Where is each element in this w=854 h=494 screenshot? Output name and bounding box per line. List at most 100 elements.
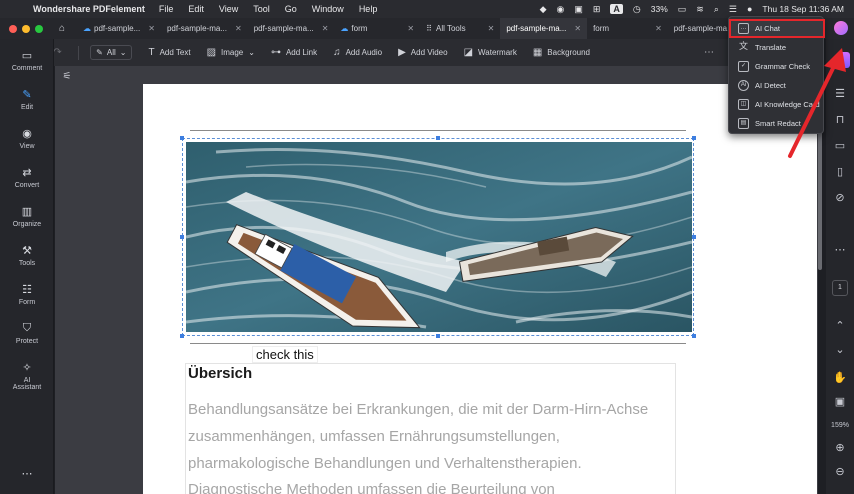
menu-tool[interactable]: Tool [253, 4, 270, 14]
resize-handle[interactable] [180, 235, 184, 239]
siri-icon[interactable]: ● [747, 4, 752, 14]
window-controls [9, 24, 43, 33]
resize-handle[interactable] [692, 136, 696, 140]
sidebar-item-organize[interactable]: ▥ Organize [0, 205, 54, 228]
menu-view[interactable]: View [219, 4, 238, 14]
comment-icon: ▭ [21, 50, 33, 62]
edit-mode-select[interactable]: ✎ All ⌄ [90, 45, 133, 60]
control-center-icon[interactable]: ☰ [729, 4, 737, 15]
image-selection-box[interactable] [182, 138, 694, 336]
image-button[interactable]: ▨ Image ⌄ [207, 47, 255, 58]
search-icon[interactable]: ⌕ [714, 4, 719, 15]
capture-icon[interactable]: ⊞ [593, 4, 601, 15]
fit-page-icon[interactable]: ▣ [826, 395, 854, 408]
add-link-button[interactable]: ⊶ Add Link [271, 47, 317, 58]
background-button[interactable]: ▦ Background [533, 47, 590, 58]
organize-icon: ▥ [21, 206, 33, 218]
sidebar-item-tools[interactable]: ⚒ Tools [0, 244, 54, 267]
hand-tool-icon[interactable]: ✋ [826, 371, 854, 384]
zoom-window-button[interactable] [35, 24, 43, 33]
document-heading[interactable]: Übersich [188, 365, 252, 382]
zoom-out-icon[interactable]: ⊖ [826, 465, 854, 478]
filter-settings-icon[interactable]: ⚟ [58, 71, 76, 89]
sidebar-item-label: Organize [12, 221, 42, 228]
document-paragraph[interactable]: Behandlungsansätze bei Erkrankungen, die… [188, 397, 683, 494]
sidebar-item-label: AI Assistant [12, 377, 42, 391]
menu-edit[interactable]: Edit [188, 4, 204, 14]
sidebar-item-comment[interactable]: ▭ Comment [0, 49, 54, 72]
zoom-level[interactable]: 159% [826, 422, 854, 429]
sidebar-more-button[interactable]: ⋯ [0, 467, 54, 483]
close-tab-icon[interactable]: ✕ [322, 24, 329, 33]
sidebar-item-ai-assistant[interactable]: ✧ AI Assistant [0, 361, 54, 391]
tab-bar: ⌂ ☁ pdf-sample... ✕ pdf-sample-ma... ✕ p… [0, 18, 854, 39]
chevron-up-icon[interactable]: ⌃ [826, 319, 854, 332]
zoom-in-icon[interactable]: ⊕ [826, 441, 854, 454]
ai-knowledge-card-icon: ◫ [738, 99, 749, 110]
pdfelement-menu-icon[interactable]: ◆ [540, 4, 547, 15]
tab-document[interactable]: form ✕ [587, 18, 668, 39]
sidebar-item-view[interactable]: ◉ View [0, 127, 54, 150]
close-tab-icon[interactable]: ✕ [655, 24, 662, 33]
translate-icon: 文 [738, 41, 748, 51]
left-sidebar: ▭ Comment ✎ Edit ◉ View ⇄ Convert ▥ Orga… [0, 39, 54, 494]
tab-all-tools[interactable]: ⠿ All Tools ✕ [420, 18, 500, 39]
home-icon[interactable]: ⌂ [53, 23, 71, 34]
resize-handle[interactable] [180, 136, 184, 140]
attachment-icon[interactable]: ⊘ [826, 191, 854, 204]
tab-document[interactable]: pdf-sample-ma... ✕ [248, 18, 335, 39]
page-number-field[interactable]: 1 [832, 280, 848, 296]
close-tab-icon[interactable]: ✕ [235, 24, 242, 33]
menu-file[interactable]: File [159, 4, 174, 14]
resize-handle[interactable] [692, 235, 696, 239]
sidebar-item-protect[interactable]: ⛉ Protect [0, 322, 54, 345]
minimize-window-button[interactable] [22, 24, 30, 33]
sidebar-item-convert[interactable]: ⇄ Convert [0, 166, 54, 189]
chevron-down-icon[interactable]: ⌄ [826, 343, 854, 356]
crop-icon[interactable]: ▣ [574, 4, 583, 15]
timer-icon[interactable]: ◷ [633, 4, 641, 15]
tab-document-active[interactable]: pdf-sample-ma... ✕ [500, 18, 588, 39]
menu-window[interactable]: Window [312, 4, 344, 14]
menu-go[interactable]: Go [285, 4, 297, 14]
tab-document[interactable]: ☁ pdf-sample... ✕ [77, 18, 161, 39]
dropdown-item-ai-chat[interactable]: … AI Chat [729, 19, 825, 38]
tab-document[interactable]: ☁ form ✕ [334, 18, 420, 39]
app-name-menu[interactable]: Wondershare PDFelement [33, 4, 145, 14]
resize-handle[interactable] [436, 136, 440, 140]
close-tab-icon[interactable]: ✕ [574, 24, 581, 33]
tab-document[interactable]: pdf-sample-ma... ✕ [161, 18, 248, 39]
sidebar-item-form[interactable]: ☷ Form [0, 283, 54, 306]
sidebar-item-label: Tools [18, 260, 36, 267]
add-video-button[interactable]: ▶ Add Video [398, 47, 447, 58]
horizontal-rule [190, 130, 686, 131]
text-icon: T [148, 47, 155, 58]
add-text-button[interactable]: T Add Text [148, 47, 190, 58]
close-window-button[interactable] [9, 24, 17, 33]
clock[interactable]: Thu 18 Sep 11:36 AM [762, 4, 844, 14]
background-label: Background [547, 48, 590, 57]
wifi-icon[interactable]: ≋ [696, 4, 704, 15]
resize-handle[interactable] [692, 334, 696, 338]
resize-handle[interactable] [436, 334, 440, 338]
battery-icon[interactable]: ▭ [678, 4, 687, 15]
thumbnail-icon[interactable]: ▯ [826, 165, 854, 178]
more-vertical-icon[interactable]: ⋯ [826, 243, 854, 256]
resize-handle[interactable] [180, 334, 184, 338]
sidebar-item-edit[interactable]: ✎ Edit [0, 88, 54, 111]
dropdown-item-label: AI Chat [755, 24, 781, 33]
record-icon[interactable]: ◉ [556, 4, 564, 15]
menu-help[interactable]: Help [359, 4, 378, 14]
input-source-badge[interactable]: A [610, 4, 623, 14]
protect-icon: ⛉ [22, 322, 32, 334]
close-tab-icon[interactable]: ✕ [148, 24, 155, 33]
annotation-arrow-icon [788, 48, 846, 158]
avatar[interactable] [834, 21, 848, 35]
close-tab-icon[interactable]: ✕ [488, 24, 495, 33]
watermark-button[interactable]: ◪ Watermark [464, 47, 517, 58]
callout-text-box[interactable]: check this [252, 346, 318, 363]
more-options-button[interactable]: ⋯ [704, 47, 714, 58]
close-tab-icon[interactable]: ✕ [407, 24, 414, 33]
add-audio-button[interactable]: ♫ Add Audio [333, 47, 382, 58]
redo-button[interactable]: ↷ [53, 47, 61, 58]
